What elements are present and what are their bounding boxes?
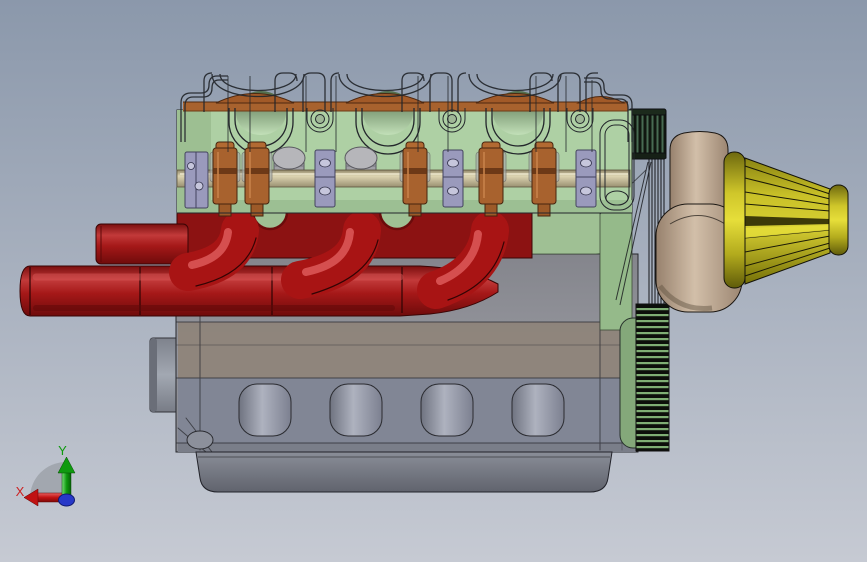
crank-gear[interactable]	[635, 303, 670, 452]
filter-end-cap	[828, 184, 849, 256]
cylinder-head[interactable]	[176, 91, 635, 217]
oil-pan[interactable]	[195, 451, 613, 493]
cam-pulley[interactable]	[628, 108, 667, 160]
filter-front-rim	[723, 151, 746, 289]
viewport-canvas[interactable]: X Y	[0, 0, 867, 562]
block-front-boss	[186, 430, 214, 450]
x-axis-label: X	[16, 484, 25, 499]
y-axis-label: Y	[58, 443, 67, 458]
cad-viewport[interactable]: X Y	[0, 0, 867, 562]
header-upper-pipe	[95, 223, 189, 265]
front-bracket	[184, 151, 209, 209]
z-axis-origin-dot[interactable]	[58, 493, 75, 507]
